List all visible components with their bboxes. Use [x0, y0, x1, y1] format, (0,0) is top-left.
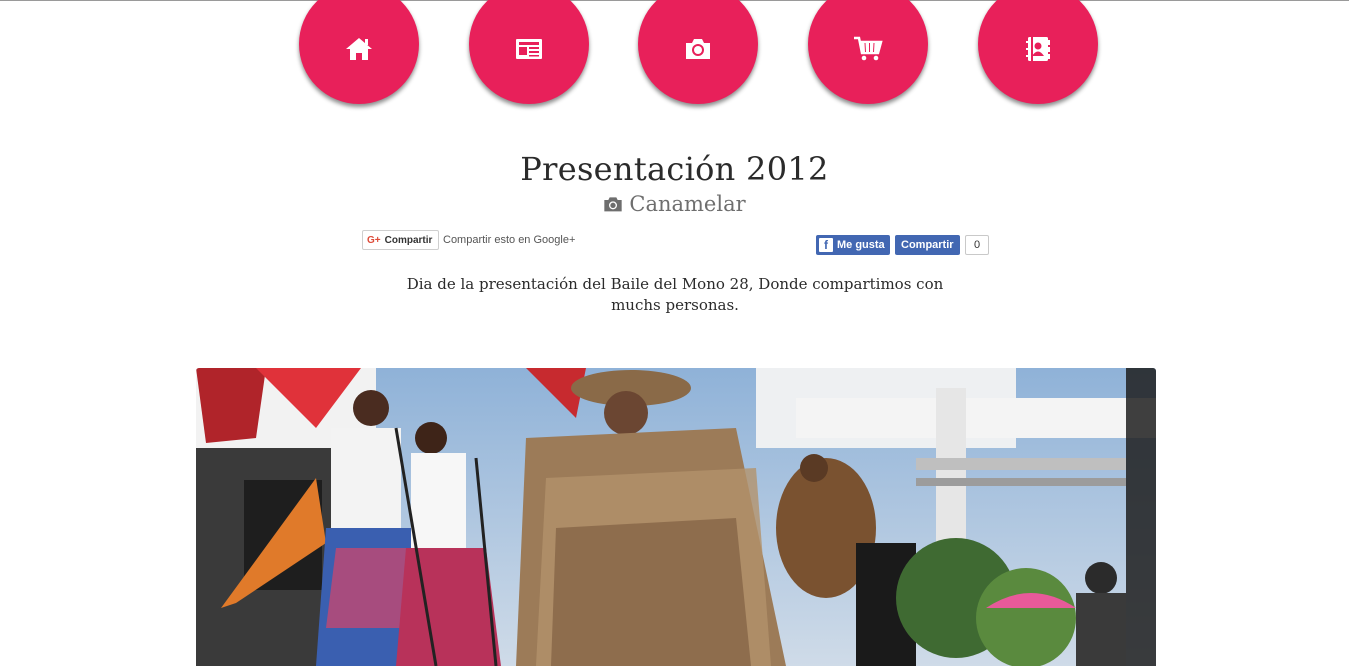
- nav-shop-button[interactable]: [808, 0, 928, 104]
- facebook-like-label: Me gusta: [837, 239, 885, 251]
- google-plus-share-button[interactable]: G+ Compartir: [362, 230, 440, 250]
- post-description: Dia de la presentación del Baile del Mon…: [406, 275, 944, 314]
- home-icon: [346, 38, 372, 60]
- page-title: Presentación 2012: [520, 150, 829, 188]
- facebook-share-count: 0: [965, 235, 989, 255]
- post-category[interactable]: Canamelar: [0, 192, 1349, 216]
- nav-gallery-button[interactable]: [638, 0, 758, 104]
- category-label: Canamelar: [629, 192, 746, 216]
- contacts-book-icon: [1026, 37, 1050, 61]
- google-plus-icon: G+: [367, 234, 381, 246]
- shopping-cart-icon: [854, 36, 883, 61]
- google-plus-share-text: Compartir esto en Google+: [443, 234, 576, 246]
- nav-news-button[interactable]: [469, 0, 589, 104]
- festival-photo-image: [196, 368, 1156, 666]
- camera-icon: [604, 197, 623, 212]
- post-photo[interactable]: [196, 368, 1156, 666]
- facebook-icon: f: [819, 238, 833, 252]
- facebook-share-button[interactable]: Compartir: [895, 235, 960, 255]
- facebook-like-button[interactable]: f Me gusta: [816, 235, 890, 255]
- camera-icon: [686, 39, 710, 59]
- main-navigation: [0, 0, 1349, 110]
- newspaper-icon: [516, 39, 542, 59]
- google-plus-share-label: Compartir: [384, 234, 433, 246]
- nav-home-button[interactable]: [299, 0, 419, 104]
- nav-contact-button[interactable]: [978, 0, 1098, 104]
